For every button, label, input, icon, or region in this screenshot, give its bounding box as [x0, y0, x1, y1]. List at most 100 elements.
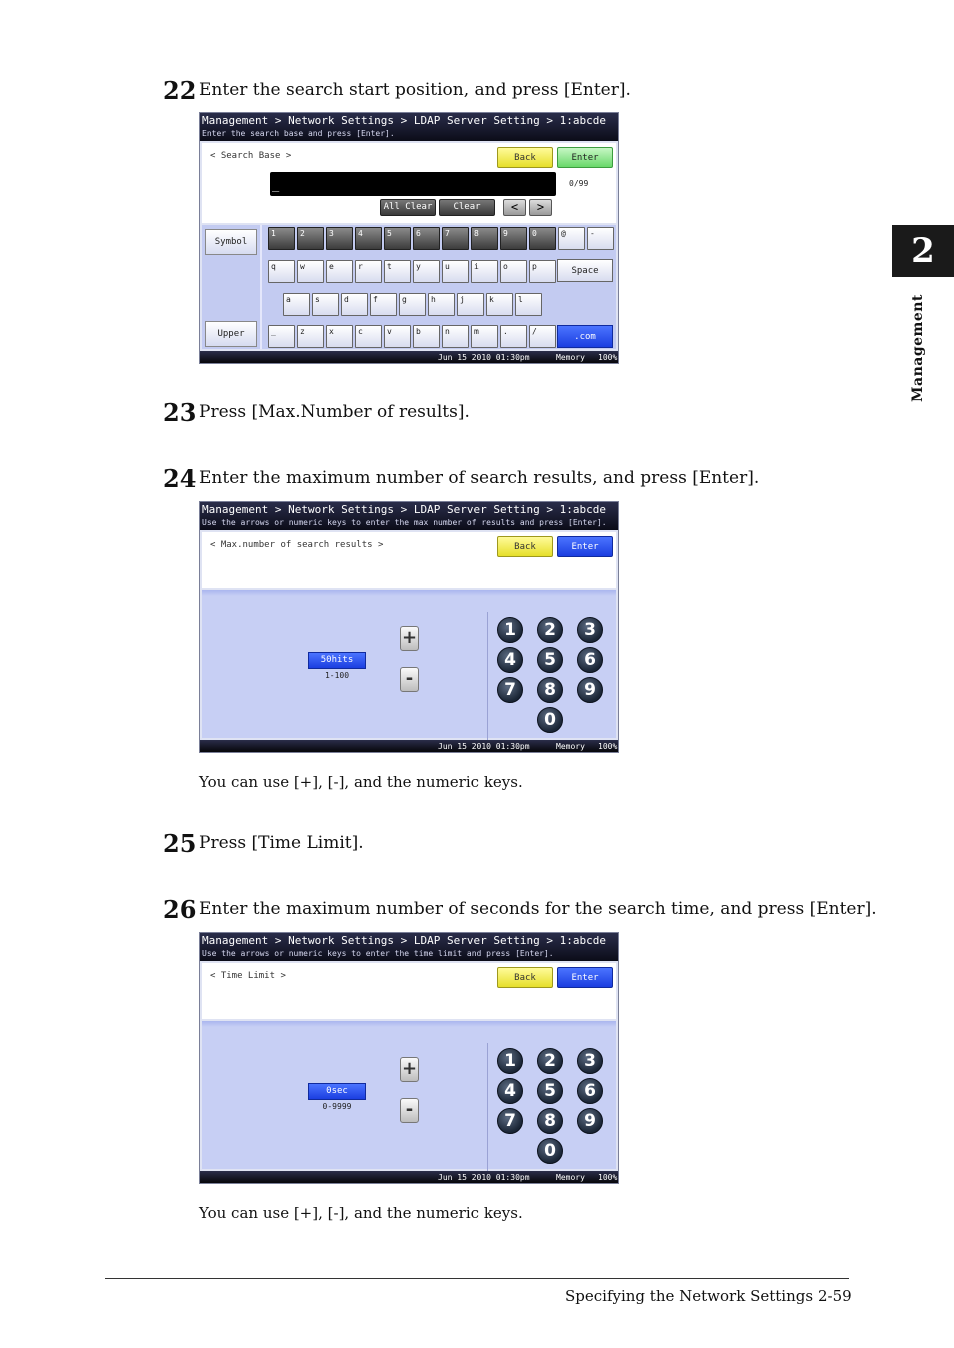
numpad-key-5[interactable]: 5: [537, 647, 563, 673]
numpad-key-6[interactable]: 6: [577, 1078, 603, 1104]
key-0-9[interactable]: 0: [529, 227, 556, 250]
numpad-key-6[interactable]: 6: [577, 647, 603, 673]
space-key[interactable]: Space: [557, 259, 613, 282]
enter-button[interactable]: Enter: [557, 536, 613, 557]
numpad-key-9[interactable]: 9: [577, 1108, 603, 1134]
field-label: < Time Limit >: [210, 971, 286, 981]
key-2-3[interactable]: f: [370, 293, 397, 316]
time-limit-value[interactable]: 0sec: [308, 1083, 366, 1100]
numpad-key-2[interactable]: 2: [537, 1048, 563, 1074]
key-3-7[interactable]: m: [471, 325, 498, 348]
plus-button[interactable]: +: [400, 626, 419, 651]
step-number: 25: [163, 829, 197, 858]
key-3-1[interactable]: z: [297, 325, 324, 348]
key-1-3[interactable]: r: [355, 260, 382, 283]
key-1-2[interactable]: e: [326, 260, 353, 283]
key-0-10[interactable]: @: [558, 227, 585, 250]
time-limit-screen: Management > Network Settings > LDAP Ser…: [199, 932, 619, 1184]
key-1-8[interactable]: o: [500, 260, 527, 283]
key-2-5[interactable]: h: [428, 293, 455, 316]
status-memory: Memory: [556, 1173, 585, 1182]
enter-button[interactable]: Enter: [557, 967, 613, 988]
key-0-6[interactable]: 7: [442, 227, 469, 250]
numpad-key-4[interactable]: 4: [497, 647, 523, 673]
key-0-4[interactable]: 5: [384, 227, 411, 250]
back-button[interactable]: Back: [497, 967, 553, 988]
key-0-1[interactable]: 2: [297, 227, 324, 250]
minus-button[interactable]: -: [400, 667, 419, 692]
cursor-left-button[interactable]: <: [503, 199, 526, 216]
key-0-3[interactable]: 4: [355, 227, 382, 250]
key-2-1[interactable]: s: [312, 293, 339, 316]
key-1-1[interactable]: w: [297, 260, 324, 283]
key-3-5[interactable]: b: [413, 325, 440, 348]
key-2-0[interactable]: a: [283, 293, 310, 316]
value-range: 0-9999: [322, 1102, 352, 1111]
key-0-7[interactable]: 8: [471, 227, 498, 250]
numpad-key-8[interactable]: 8: [537, 1108, 563, 1134]
numpad-key-5[interactable]: 5: [537, 1078, 563, 1104]
key-1-0[interactable]: q: [268, 260, 295, 283]
numpad-key-7[interactable]: 7: [497, 1108, 523, 1134]
input-area: < Max.number of search results > Back En…: [202, 532, 616, 588]
key-2-4[interactable]: g: [399, 293, 426, 316]
numpad-divider: [487, 612, 488, 740]
note-text: You can use [+], [-], and the numeric ke…: [199, 1204, 523, 1222]
dotcom-key[interactable]: .com: [557, 325, 613, 348]
page-number: 2-59: [818, 1287, 852, 1305]
numpad-key-4[interactable]: 4: [497, 1078, 523, 1104]
numpad-key-3[interactable]: 3: [577, 617, 603, 643]
key-2-2[interactable]: d: [341, 293, 368, 316]
input-area: < Time Limit > Back Enter: [202, 963, 616, 1019]
numpad-key-8[interactable]: 8: [537, 677, 563, 703]
key-0-5[interactable]: 6: [413, 227, 440, 250]
plus-button[interactable]: +: [400, 1057, 419, 1082]
numpad-key-3[interactable]: 3: [577, 1048, 603, 1074]
numpad-key-2[interactable]: 2: [537, 617, 563, 643]
key-0-0[interactable]: 1: [268, 227, 295, 250]
clear-button[interactable]: Clear: [439, 199, 495, 216]
key-3-9[interactable]: /: [529, 325, 556, 348]
numpad-key-0[interactable]: 0: [537, 1138, 563, 1164]
key-2-8[interactable]: l: [515, 293, 542, 316]
key-0-2[interactable]: 3: [326, 227, 353, 250]
upper-button[interactable]: Upper: [205, 321, 257, 347]
numpad-key-9[interactable]: 9: [577, 677, 603, 703]
all-clear-button[interactable]: All Clear: [380, 199, 436, 216]
cursor-right-button[interactable]: >: [529, 199, 552, 216]
key-2-7[interactable]: k: [486, 293, 513, 316]
step-text: Enter the search start position, and pre…: [199, 80, 631, 100]
key-1-9[interactable]: p: [529, 260, 556, 283]
search-base-input[interactable]: _: [270, 172, 556, 196]
numpad-divider: [487, 1043, 488, 1171]
key-1-6[interactable]: u: [442, 260, 469, 283]
key-1-7[interactable]: i: [471, 260, 498, 283]
max-results-value[interactable]: 50hits: [308, 652, 366, 669]
key-3-2[interactable]: x: [326, 325, 353, 348]
key-1-5[interactable]: y: [413, 260, 440, 283]
status-bar: Jun 15 2010 01:30pm Memory 100%: [200, 351, 618, 363]
key-0-8[interactable]: 9: [500, 227, 527, 250]
status-date: Jun 15 2010 01:30pm: [438, 742, 530, 751]
key-2-6[interactable]: j: [457, 293, 484, 316]
status-bar: Jun 15 2010 01:30pm Memory 100%: [200, 740, 618, 752]
numpad-key-7[interactable]: 7: [497, 677, 523, 703]
numpad-key-0[interactable]: 0: [537, 707, 563, 733]
key-3-6[interactable]: n: [442, 325, 469, 348]
screen-header: Management > Network Settings > LDAP Ser…: [200, 502, 618, 530]
key-3-4[interactable]: v: [384, 325, 411, 348]
search-base-screen: Management > Network Settings > LDAP Ser…: [199, 112, 619, 364]
key-3-0[interactable]: _: [268, 325, 295, 348]
numpad-key-1[interactable]: 1: [497, 1048, 523, 1074]
key-3-8[interactable]: .: [500, 325, 527, 348]
key-1-4[interactable]: t: [384, 260, 411, 283]
numpad-key-1[interactable]: 1: [497, 617, 523, 643]
back-button[interactable]: Back: [497, 536, 553, 557]
minus-button[interactable]: -: [400, 1098, 419, 1123]
footer-title: Specifying the Network Settings: [565, 1287, 814, 1305]
enter-button[interactable]: Enter: [557, 147, 613, 168]
back-button[interactable]: Back: [497, 147, 553, 168]
symbol-button[interactable]: Symbol: [205, 229, 257, 255]
key-3-3[interactable]: c: [355, 325, 382, 348]
key-0-11[interactable]: -: [587, 227, 614, 250]
